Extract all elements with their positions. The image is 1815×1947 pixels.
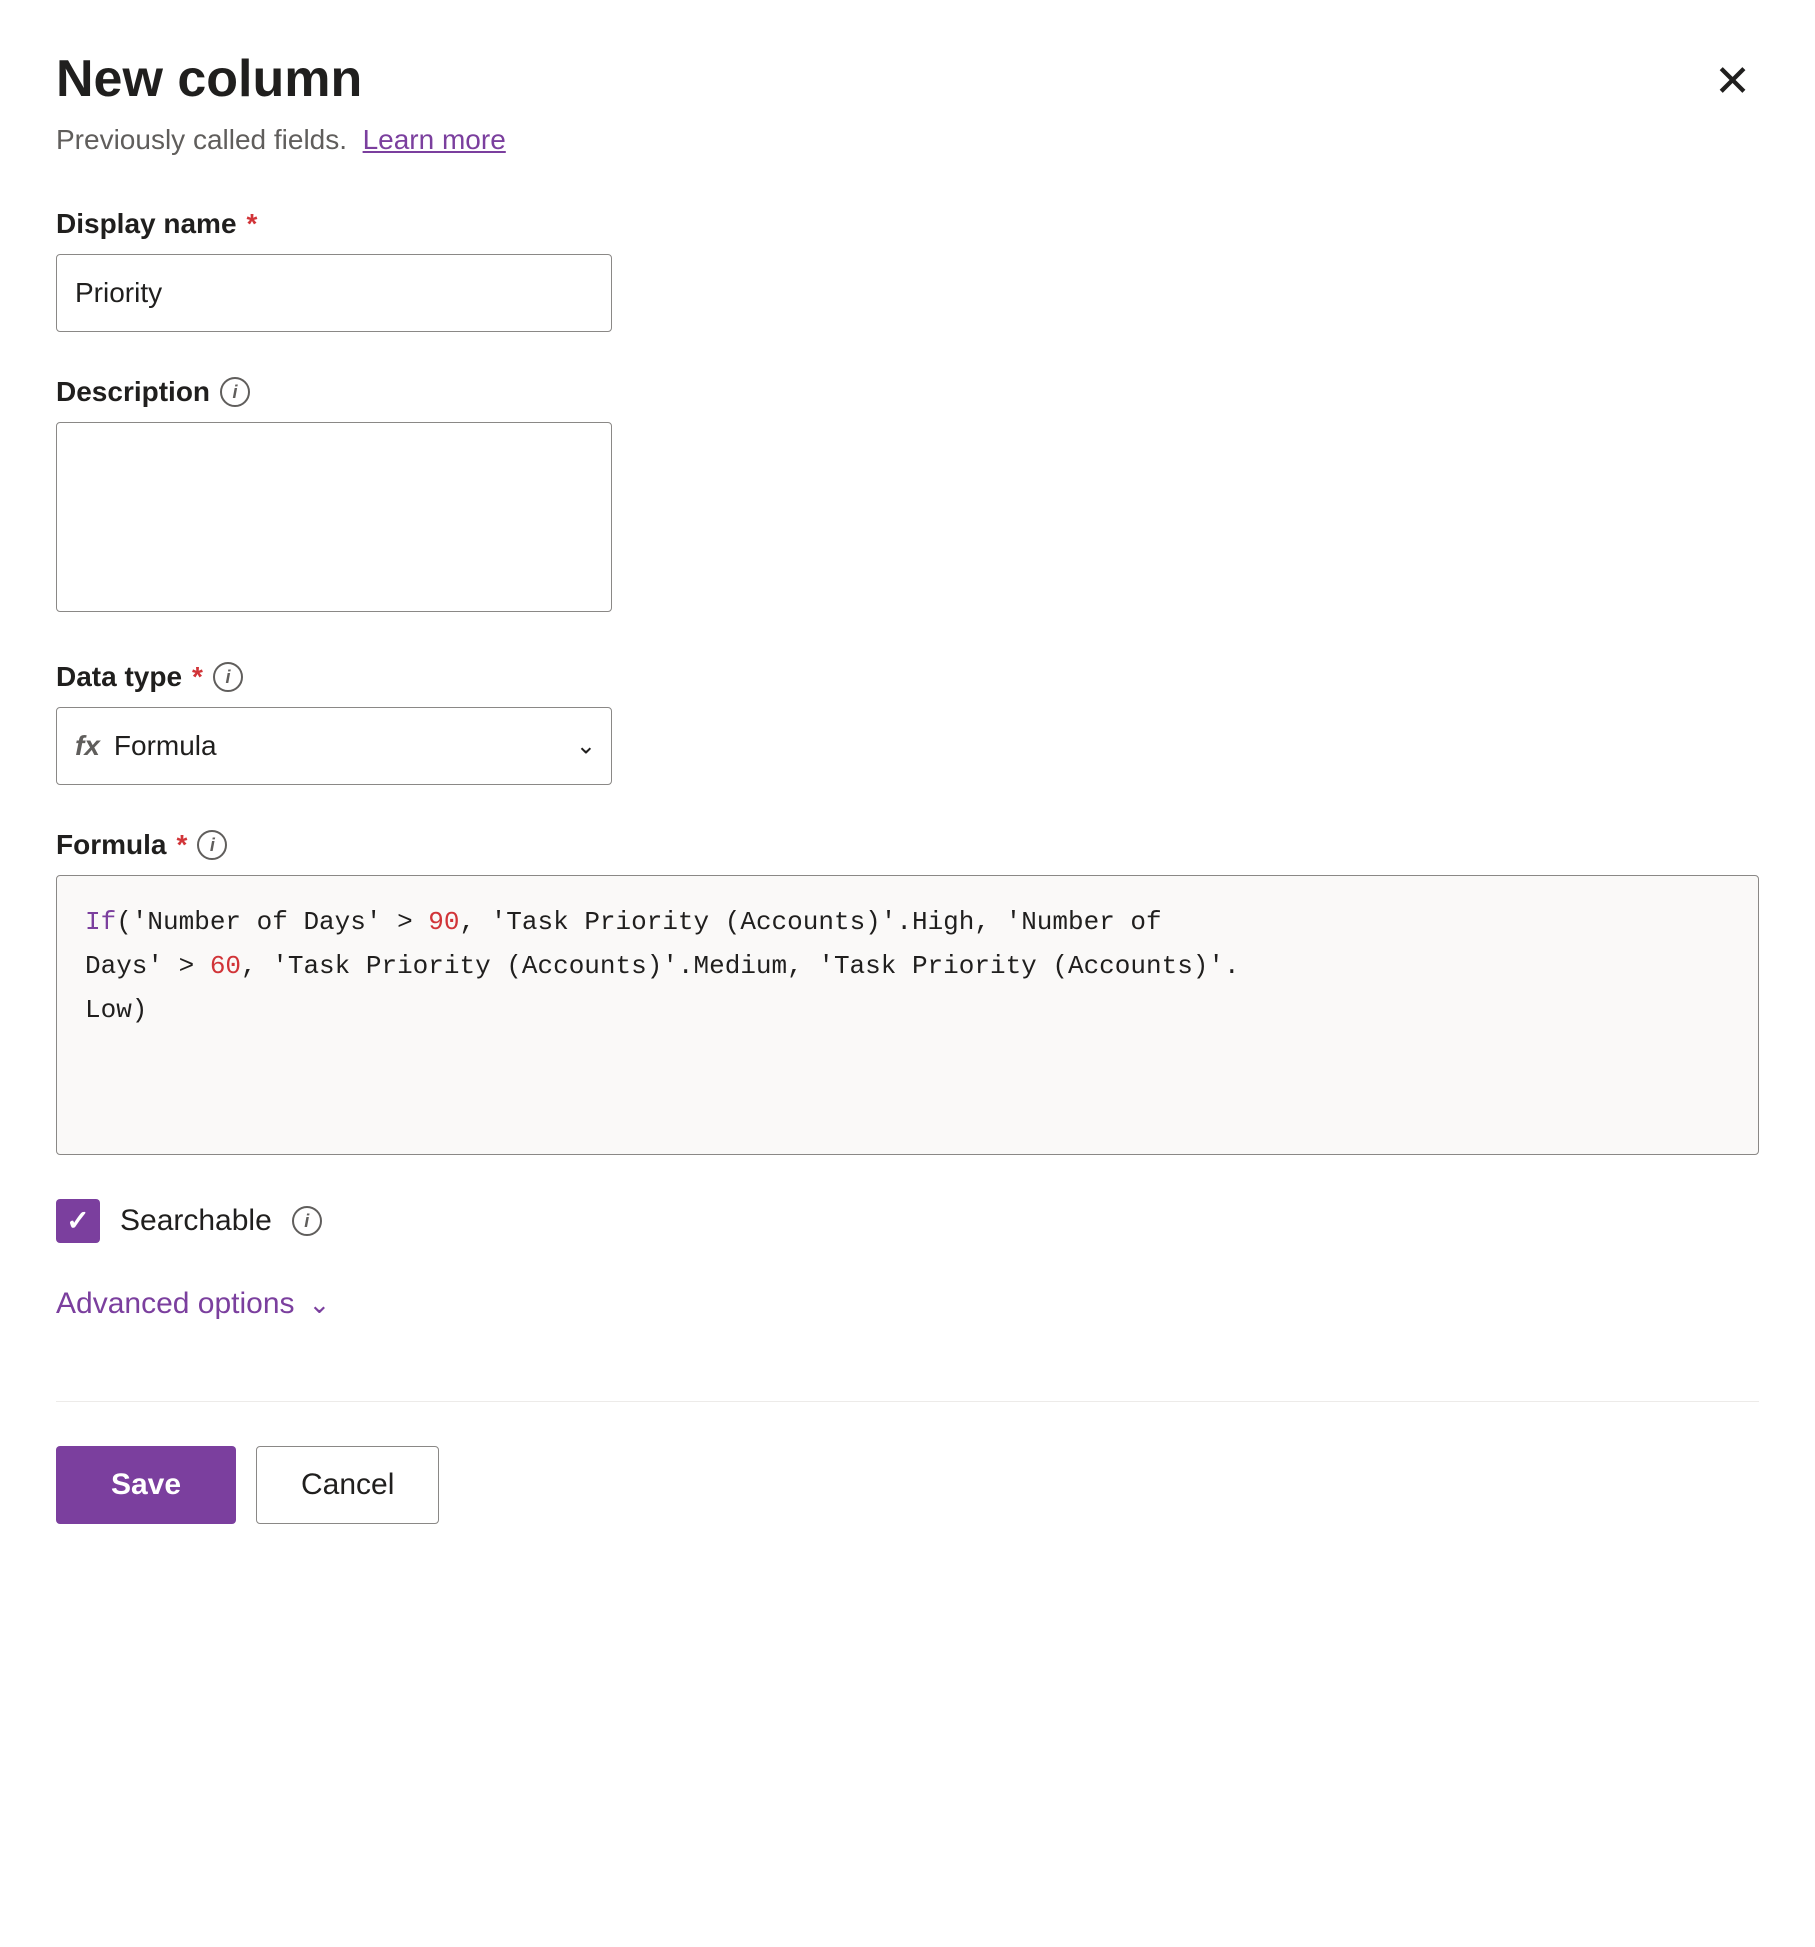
data-type-select[interactable]: fx Formula: [56, 707, 612, 785]
description-field-group: Description i: [56, 376, 1759, 617]
save-button[interactable]: Save: [56, 1446, 236, 1524]
data-type-select-wrapper: fx Formula ⌄: [56, 707, 612, 785]
formula-info-icon[interactable]: i: [197, 830, 227, 860]
display-name-input[interactable]: [56, 254, 612, 332]
learn-more-link[interactable]: Learn more: [363, 124, 506, 155]
searchable-checkbox[interactable]: ✓: [56, 1199, 100, 1243]
searchable-info-icon[interactable]: i: [292, 1206, 322, 1236]
display-name-label: Display name *: [56, 208, 1759, 240]
data-type-required: *: [192, 661, 203, 693]
data-type-value: Formula: [114, 730, 217, 762]
cancel-button[interactable]: Cancel: [256, 1446, 439, 1524]
formula-field-group: Formula * i If('Number of Days' > 90, 'T…: [56, 829, 1759, 1155]
divider: [56, 1401, 1759, 1402]
description-label: Description i: [56, 376, 1759, 408]
advanced-options-chevron-icon: ⌄: [309, 1289, 331, 1320]
display-name-required: *: [247, 208, 258, 240]
formula-if-keyword: If: [85, 907, 116, 937]
advanced-options-label: Advanced options: [56, 1287, 295, 1321]
close-button[interactable]: ✕: [1706, 52, 1759, 112]
fx-icon: fx: [75, 730, 100, 762]
advanced-options-row[interactable]: Advanced options ⌄: [56, 1287, 1759, 1321]
formula-required: *: [176, 829, 187, 861]
new-column-dialog: New column ✕ Previously called fields. L…: [0, 0, 1815, 1947]
formula-editor[interactable]: If('Number of Days' > 90, 'Task Priority…: [56, 875, 1759, 1155]
description-info-icon[interactable]: i: [220, 377, 250, 407]
data-type-field-group: Data type * i fx Formula ⌄: [56, 661, 1759, 785]
display-name-field-group: Display name *: [56, 208, 1759, 332]
button-row: Save Cancel: [56, 1446, 1759, 1524]
formula-label: Formula * i: [56, 829, 1759, 861]
subtitle: Previously called fields. Learn more: [56, 124, 1759, 156]
searchable-row: ✓ Searchable i: [56, 1199, 1759, 1243]
dialog-title: New column: [56, 48, 362, 110]
dialog-header: New column ✕: [56, 48, 1759, 112]
close-icon: ✕: [1714, 60, 1751, 104]
data-type-label: Data type * i: [56, 661, 1759, 693]
data-type-info-icon[interactable]: i: [213, 662, 243, 692]
subtitle-text: Previously called fields.: [56, 124, 347, 155]
description-input[interactable]: [56, 422, 612, 612]
searchable-label: Searchable: [120, 1204, 272, 1238]
checkmark-icon: ✓: [66, 1207, 89, 1235]
